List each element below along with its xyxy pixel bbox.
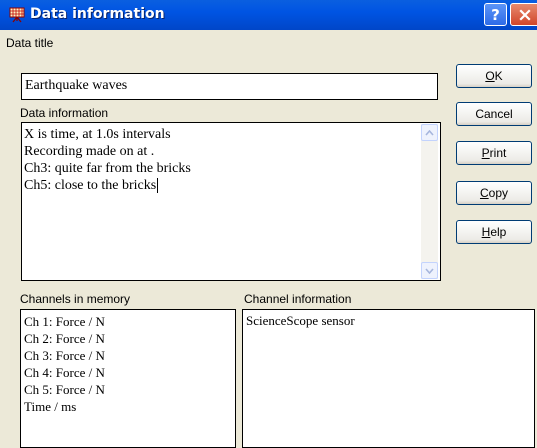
list-item[interactable]: Ch 2: Force / N <box>24 330 235 347</box>
grid-chart-icon <box>9 7 25 23</box>
channel-information-textarea[interactable]: ScienceScope sensor <box>242 309 535 448</box>
cancel-button[interactable]: Cancel <box>456 102 532 126</box>
ok-button[interactable]: OK <box>456 64 532 88</box>
close-button[interactable] <box>510 3 537 26</box>
list-item[interactable]: Ch 3: Force / N <box>24 347 235 364</box>
arrow-down-icon[interactable] <box>421 262 438 279</box>
info-line: Ch3: quite far from the bricks <box>24 161 191 176</box>
info-line: X is time, at 1.0s intervals <box>24 127 171 142</box>
window-title: Data information <box>30 6 165 22</box>
data-information-textarea[interactable]: X is time, at 1.0s intervals Recording m… <box>21 122 441 281</box>
title-bar[interactable]: Data information ? <box>0 0 537 30</box>
data-information-dialog: Data information ? Data title Earthquake… <box>0 0 537 448</box>
help-button[interactable]: Help <box>456 220 532 244</box>
list-item[interactable]: Time / ms <box>24 398 235 415</box>
arrow-up-icon[interactable] <box>421 124 438 141</box>
text-caret <box>157 178 159 194</box>
print-button[interactable]: Print <box>456 141 532 165</box>
copy-button[interactable]: Copy <box>456 181 532 205</box>
list-item[interactable]: Ch 1: Force / N <box>24 313 235 330</box>
data-title-label: Data title <box>6 36 54 50</box>
info-line: Recording made on at . <box>24 144 155 159</box>
data-information-label: Data information <box>20 106 109 120</box>
help-title-button[interactable]: ? <box>484 3 507 26</box>
list-item[interactable]: Ch 4: Force / N <box>24 364 235 381</box>
channel-information-label: Channel information <box>244 292 352 306</box>
channel-information-value: ScienceScope sensor <box>246 313 355 328</box>
channels-label: Channels in memory <box>20 292 131 306</box>
close-icon <box>519 8 531 21</box>
data-title-input[interactable]: Earthquake waves <box>21 73 438 100</box>
channels-list[interactable]: Ch 1: Force / N Ch 2: Force / N Ch 3: Fo… <box>20 309 236 448</box>
list-item[interactable]: Ch 5: Force / N <box>24 381 235 398</box>
data-title-value: Earthquake waves <box>25 78 128 93</box>
info-scrollbar[interactable] <box>421 124 438 279</box>
info-line: Ch5: close to the bricks <box>24 178 157 193</box>
question-icon: ? <box>491 5 500 24</box>
